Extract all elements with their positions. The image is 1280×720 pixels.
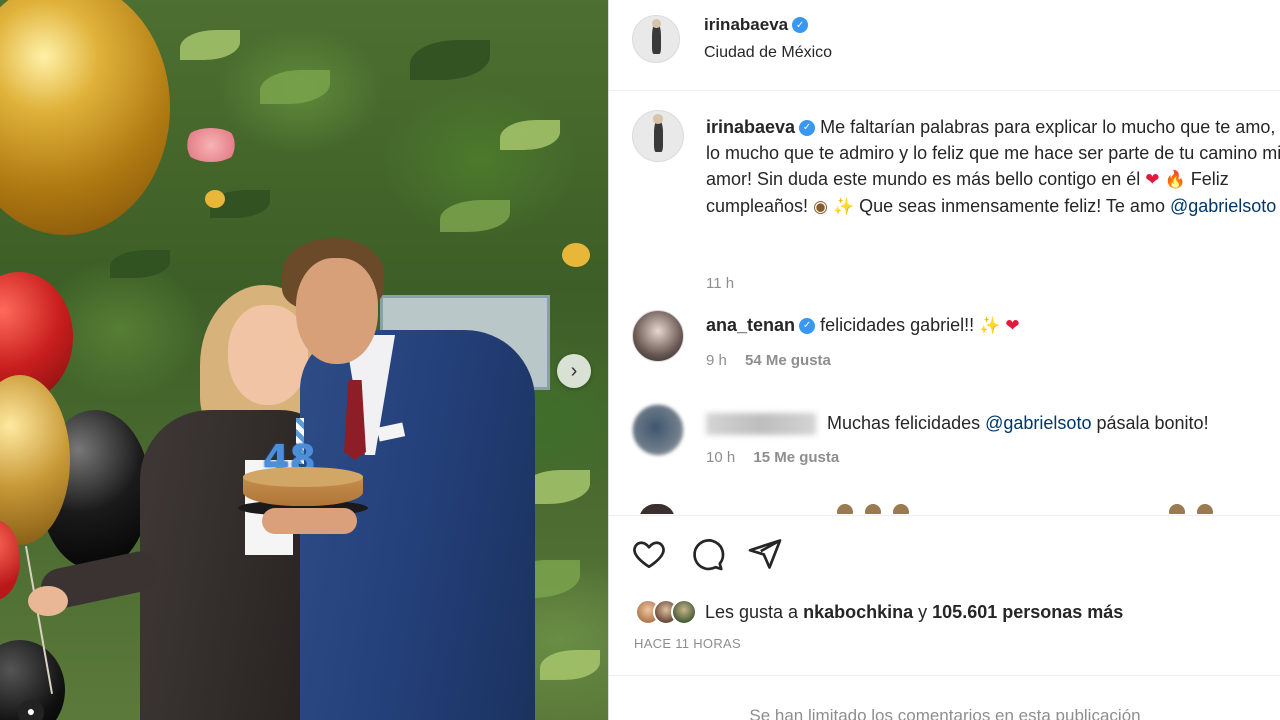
birthday-cake-top bbox=[243, 467, 363, 487]
post-caption: irinabaeva ✓ Me faltarían palabras para e… bbox=[609, 110, 1280, 292]
likes-joiner: y bbox=[918, 601, 928, 622]
mention-link[interactable]: @gabrielsoto bbox=[1170, 196, 1276, 216]
likes-others-link[interactable]: 105.601 personas más bbox=[932, 602, 1123, 622]
next-comment-peek bbox=[609, 502, 1280, 514]
likes-summary[interactable]: Les gusta a nkabochkina y 105.601 person… bbox=[635, 599, 1123, 625]
pink-flower bbox=[182, 128, 240, 162]
person-man-hand bbox=[262, 508, 357, 534]
comment-meta: 10 h 15 Me gusta bbox=[706, 449, 839, 466]
heart-emoji-icon: ❤ bbox=[1145, 170, 1160, 190]
comment-text: ana_tenan ✓ felicidades gabriel!! ✨ ❤ bbox=[706, 312, 1280, 339]
first-liker-link[interactable]: nkabochkina bbox=[803, 602, 913, 622]
verified-badge-icon: ✓ bbox=[792, 17, 809, 33]
paper-plane-icon[interactable] bbox=[747, 536, 783, 572]
foliage bbox=[260, 70, 330, 104]
foliage bbox=[440, 200, 510, 232]
comment-time: 10 h bbox=[706, 449, 736, 466]
comments-limited-notice: Se han limitado los comentarios en esta … bbox=[609, 675, 1280, 720]
caption-text: irinabaeva ✓ Me faltarían palabras para e… bbox=[706, 114, 1280, 220]
sparkles-emoji-icon: ✨ bbox=[979, 316, 1001, 336]
comment-meta: 9 h 54 Me gusta bbox=[706, 352, 831, 369]
person-woman-hand bbox=[28, 586, 68, 616]
yellow-flower bbox=[205, 190, 225, 208]
foliage bbox=[540, 650, 600, 680]
likes-prefix: Les gusta a bbox=[705, 601, 799, 622]
foliage bbox=[110, 250, 170, 278]
comment-text: Muchas felicidades @gabrielsoto pásala b… bbox=[706, 410, 1280, 436]
yellow-flower bbox=[562, 243, 590, 267]
gold-balloon bbox=[0, 0, 170, 235]
post-timestamp[interactable]: HACE 11 HORAS bbox=[634, 636, 741, 651]
comment-likes[interactable]: 15 Me gusta bbox=[753, 449, 839, 466]
caption-username[interactable]: irinabaeva bbox=[706, 117, 795, 137]
next-photo-button[interactable]: › bbox=[557, 354, 591, 388]
commenter-username-redacted[interactable] bbox=[706, 413, 816, 436]
cake-emoji-icon: ◉ bbox=[813, 197, 828, 217]
heart-outline-icon[interactable] bbox=[631, 536, 667, 572]
fire-emoji-icon: 🔥 bbox=[1164, 170, 1186, 190]
post-location[interactable]: Ciudad de México bbox=[704, 44, 832, 62]
author-avatar[interactable] bbox=[632, 110, 684, 162]
verified-badge-icon: ✓ bbox=[799, 318, 816, 335]
author-avatar[interactable] bbox=[632, 15, 680, 63]
comment-likes[interactable]: 54 Me gusta bbox=[745, 352, 831, 369]
speech-bubble-icon[interactable] bbox=[689, 536, 725, 572]
chevron-right-icon: › bbox=[570, 359, 578, 382]
foliage bbox=[410, 40, 490, 80]
post-header: irinabaeva ✓ Ciudad de México bbox=[609, 0, 1280, 91]
post-side-panel: irinabaeva ✓ Ciudad de México irinabaeva… bbox=[608, 0, 1280, 720]
comment-body-2: pásala bonito! bbox=[1096, 413, 1209, 433]
caption-time: 11 h bbox=[706, 275, 735, 292]
comment-item: Muchas felicidades @gabrielsoto pásala b… bbox=[609, 404, 1280, 474]
post-photo[interactable]: 48 › ● bbox=[0, 0, 608, 720]
verified-badge-icon: ✓ bbox=[799, 120, 816, 137]
liker-avatar bbox=[671, 599, 697, 625]
comment-body-1: Muchas felicidades bbox=[827, 413, 981, 433]
commenter-avatar[interactable] bbox=[632, 310, 684, 362]
heart-emoji-icon: ❤ bbox=[1005, 316, 1020, 336]
commenter-username[interactable]: ana_tenan bbox=[706, 315, 795, 335]
comment-time: 9 h bbox=[706, 352, 727, 369]
caption-body-3: Que seas inmensamente feliz! Te amo bbox=[859, 196, 1165, 216]
comment-item: ana_tenan ✓ felicidades gabriel!! ✨ ❤ 9 h… bbox=[609, 310, 1280, 380]
foliage bbox=[180, 30, 240, 60]
post-actions: Les gusta a nkabochkina y 105.601 person… bbox=[609, 515, 1280, 675]
comments-list[interactable]: irinabaeva ✓ Me faltarían palabras para e… bbox=[609, 92, 1280, 514]
mention-link[interactable]: @gabrielsoto bbox=[985, 413, 1091, 433]
person-man-face bbox=[296, 258, 378, 364]
comment-body: felicidades gabriel!! bbox=[820, 315, 975, 335]
author-username[interactable]: irinabaeva bbox=[704, 15, 788, 35]
tagged-users-icon[interactable]: ● bbox=[18, 700, 44, 720]
commenter-avatar[interactable] bbox=[632, 404, 684, 456]
foliage bbox=[500, 120, 560, 150]
sparkles-emoji-icon: ✨ bbox=[832, 197, 855, 217]
